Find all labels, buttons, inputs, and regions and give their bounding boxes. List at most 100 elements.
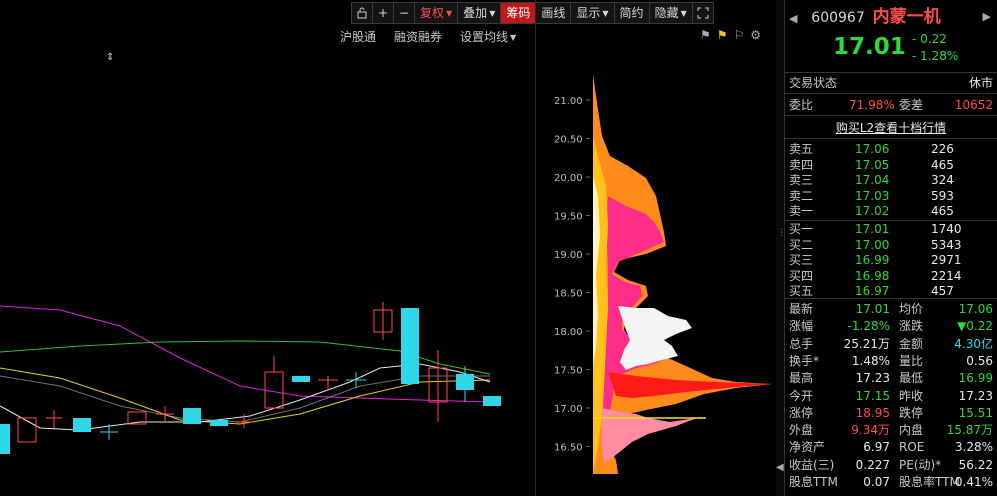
quote-header: ◀ 600967 内蒙一机 ▶ xyxy=(789,7,993,27)
divider xyxy=(785,138,997,139)
price-tick-label: 21.00 xyxy=(554,96,583,107)
l2-link[interactable]: 购买L2查看十档行情 xyxy=(785,119,997,136)
stat-value: 56.22 xyxy=(958,457,993,472)
order-price: 16.98 xyxy=(855,268,890,283)
stat-value: 25.21万 xyxy=(843,336,890,351)
gear-icon[interactable]: ⚙ xyxy=(750,28,761,42)
order-row[interactable]: 买二 17.00 5343 xyxy=(789,237,993,253)
draw-line-button[interactable]: 画线 xyxy=(535,2,572,24)
stat-value: 6.97 xyxy=(863,440,890,455)
stat-row: 收益(三) 0.227 PE(动)* 56.22 xyxy=(789,457,993,473)
order-row[interactable]: 买四 16.98 2214 xyxy=(789,268,993,284)
stat-label: 最低 xyxy=(899,371,924,386)
price-tick-label: 17.00 xyxy=(554,404,583,415)
stat-value: 18.95 xyxy=(855,405,890,420)
overlay-dropdown[interactable]: 叠加 ▼ xyxy=(457,2,502,24)
price-tick-label: 20.00 xyxy=(554,173,583,184)
kline-chart[interactable]: ⇕ xyxy=(0,46,535,496)
order-price: 16.97 xyxy=(855,284,890,298)
order-row[interactable]: 卖一 17.02 465 xyxy=(789,203,993,219)
next-stock-icon[interactable]: ▶ xyxy=(983,7,991,27)
triangle-flag-icon[interactable]: ⚐ xyxy=(734,28,745,42)
stat-label: 最新 xyxy=(789,302,814,316)
order-row[interactable]: 买一 17.01 1740 xyxy=(789,221,993,237)
stat-row: 最新 17.01 均价 17.06 xyxy=(789,301,993,317)
chevron-down-icon: ▼ xyxy=(602,9,609,18)
stat-row: 今开 17.15 昨收 17.23 xyxy=(789,388,993,404)
margin-link[interactable]: 融资融券 xyxy=(394,28,442,45)
fullscreen-icon[interactable] xyxy=(691,2,714,24)
divider xyxy=(785,93,997,94)
stat-row: 涨停 18.95 跌停 15.51 xyxy=(789,405,993,421)
order-row[interactable]: 卖四 17.05 465 xyxy=(789,157,993,173)
order-level-label: 卖三 xyxy=(789,173,814,187)
stat-label: 昨收 xyxy=(899,388,924,403)
candle xyxy=(292,376,310,382)
status-value: 休市 xyxy=(968,76,993,90)
stat-value: 0.227 xyxy=(855,457,890,472)
order-row[interactable]: 卖三 17.04 324 xyxy=(789,172,993,188)
order-row[interactable]: 买三 16.99 2971 xyxy=(789,252,993,268)
display-dropdown[interactable]: 显示 ▼ xyxy=(570,2,615,24)
candle xyxy=(17,417,37,443)
weibi-label: 委比 xyxy=(789,98,814,112)
order-price: 17.02 xyxy=(855,204,890,218)
order-level-label: 卖二 xyxy=(789,188,814,203)
stat-label: 量比 xyxy=(899,353,924,368)
stat-row: 股息TTM 0.07 股息率TTM 0.41% xyxy=(789,474,993,490)
lock-icon[interactable] xyxy=(351,2,373,24)
adjust-dropdown[interactable]: 复权 ▼ xyxy=(414,2,459,24)
stat-value: 17.15 xyxy=(855,388,890,403)
divider xyxy=(785,298,997,299)
stat-label: 总手 xyxy=(789,336,814,351)
candle xyxy=(183,408,201,424)
stat-value: 15.51 xyxy=(958,405,993,420)
zoom-in-button[interactable]: + xyxy=(372,2,394,24)
price-tick-label: 18.00 xyxy=(554,327,583,338)
stat-label: 股息TTM xyxy=(789,475,838,489)
prev-stock-icon[interactable]: ◀ xyxy=(789,12,797,25)
hsgt-link[interactable]: 沪股通 xyxy=(340,28,376,45)
chip-distribution-chart: 21.00 20.50 20.00 19.50 19.00 18.50 18.00 17.50… xyxy=(554,74,772,474)
chip-button[interactable]: 筹码 xyxy=(500,2,537,24)
stat-label: 外盘 xyxy=(789,423,814,438)
order-price: 16.99 xyxy=(855,253,890,267)
stat-label: 净资产 xyxy=(789,440,826,455)
stat-value: -1.28% xyxy=(847,319,890,334)
order-price: 17.04 xyxy=(855,173,890,187)
stat-label: 最高 xyxy=(789,371,814,386)
candle xyxy=(264,371,284,409)
highlight-flag-icon[interactable]: ⚑ xyxy=(717,28,728,42)
stock-code: 600967 xyxy=(811,10,865,26)
flag-icon[interactable]: ⚑ xyxy=(700,28,711,42)
order-volume: 5343 xyxy=(931,237,962,252)
order-row[interactable]: 卖二 17.03 593 xyxy=(789,188,993,204)
price-tick-label: 20.50 xyxy=(554,135,583,146)
order-level-label: 买一 xyxy=(789,222,814,236)
ma-setting-label: 设置均线 xyxy=(460,30,509,44)
stat-row: 外盘 9.34万 内盘 15.87万 xyxy=(789,422,993,438)
crosshair-icon: ⇕ xyxy=(106,52,114,63)
stat-value: 17.23 xyxy=(958,388,993,403)
scroll-strip[interactable]: ⋮ ◀ xyxy=(776,0,786,496)
stat-row: 总手 25.21万 金额 4.30亿 xyxy=(789,336,993,352)
order-level-label: 卖一 xyxy=(789,204,814,218)
divider xyxy=(785,72,997,73)
stat-value: 9.34万 xyxy=(851,423,890,438)
order-price: 17.06 xyxy=(855,142,890,156)
order-row[interactable]: 卖五 17.06 226 xyxy=(789,141,993,157)
hide-dropdown[interactable]: 隐藏 ▼ xyxy=(648,2,693,24)
weibi-value: 71.98% xyxy=(849,98,895,112)
price-tick-label: 17.50 xyxy=(554,366,583,377)
ma-setting-dropdown[interactable]: 设置均线 ▼ xyxy=(460,28,516,45)
simple-button[interactable]: 简约 xyxy=(613,2,650,24)
divider xyxy=(785,115,997,116)
stat-value: 17.06 xyxy=(958,302,993,316)
order-volume: 593 xyxy=(931,188,954,203)
order-level-label: 买二 xyxy=(789,237,814,252)
order-row[interactable]: 买五 16.97 457 xyxy=(789,283,993,299)
order-volume: 1740 xyxy=(931,222,962,236)
zoom-out-button[interactable]: − xyxy=(393,2,415,24)
order-volume: 465 xyxy=(931,204,954,218)
order-volume: 226 xyxy=(931,142,954,156)
